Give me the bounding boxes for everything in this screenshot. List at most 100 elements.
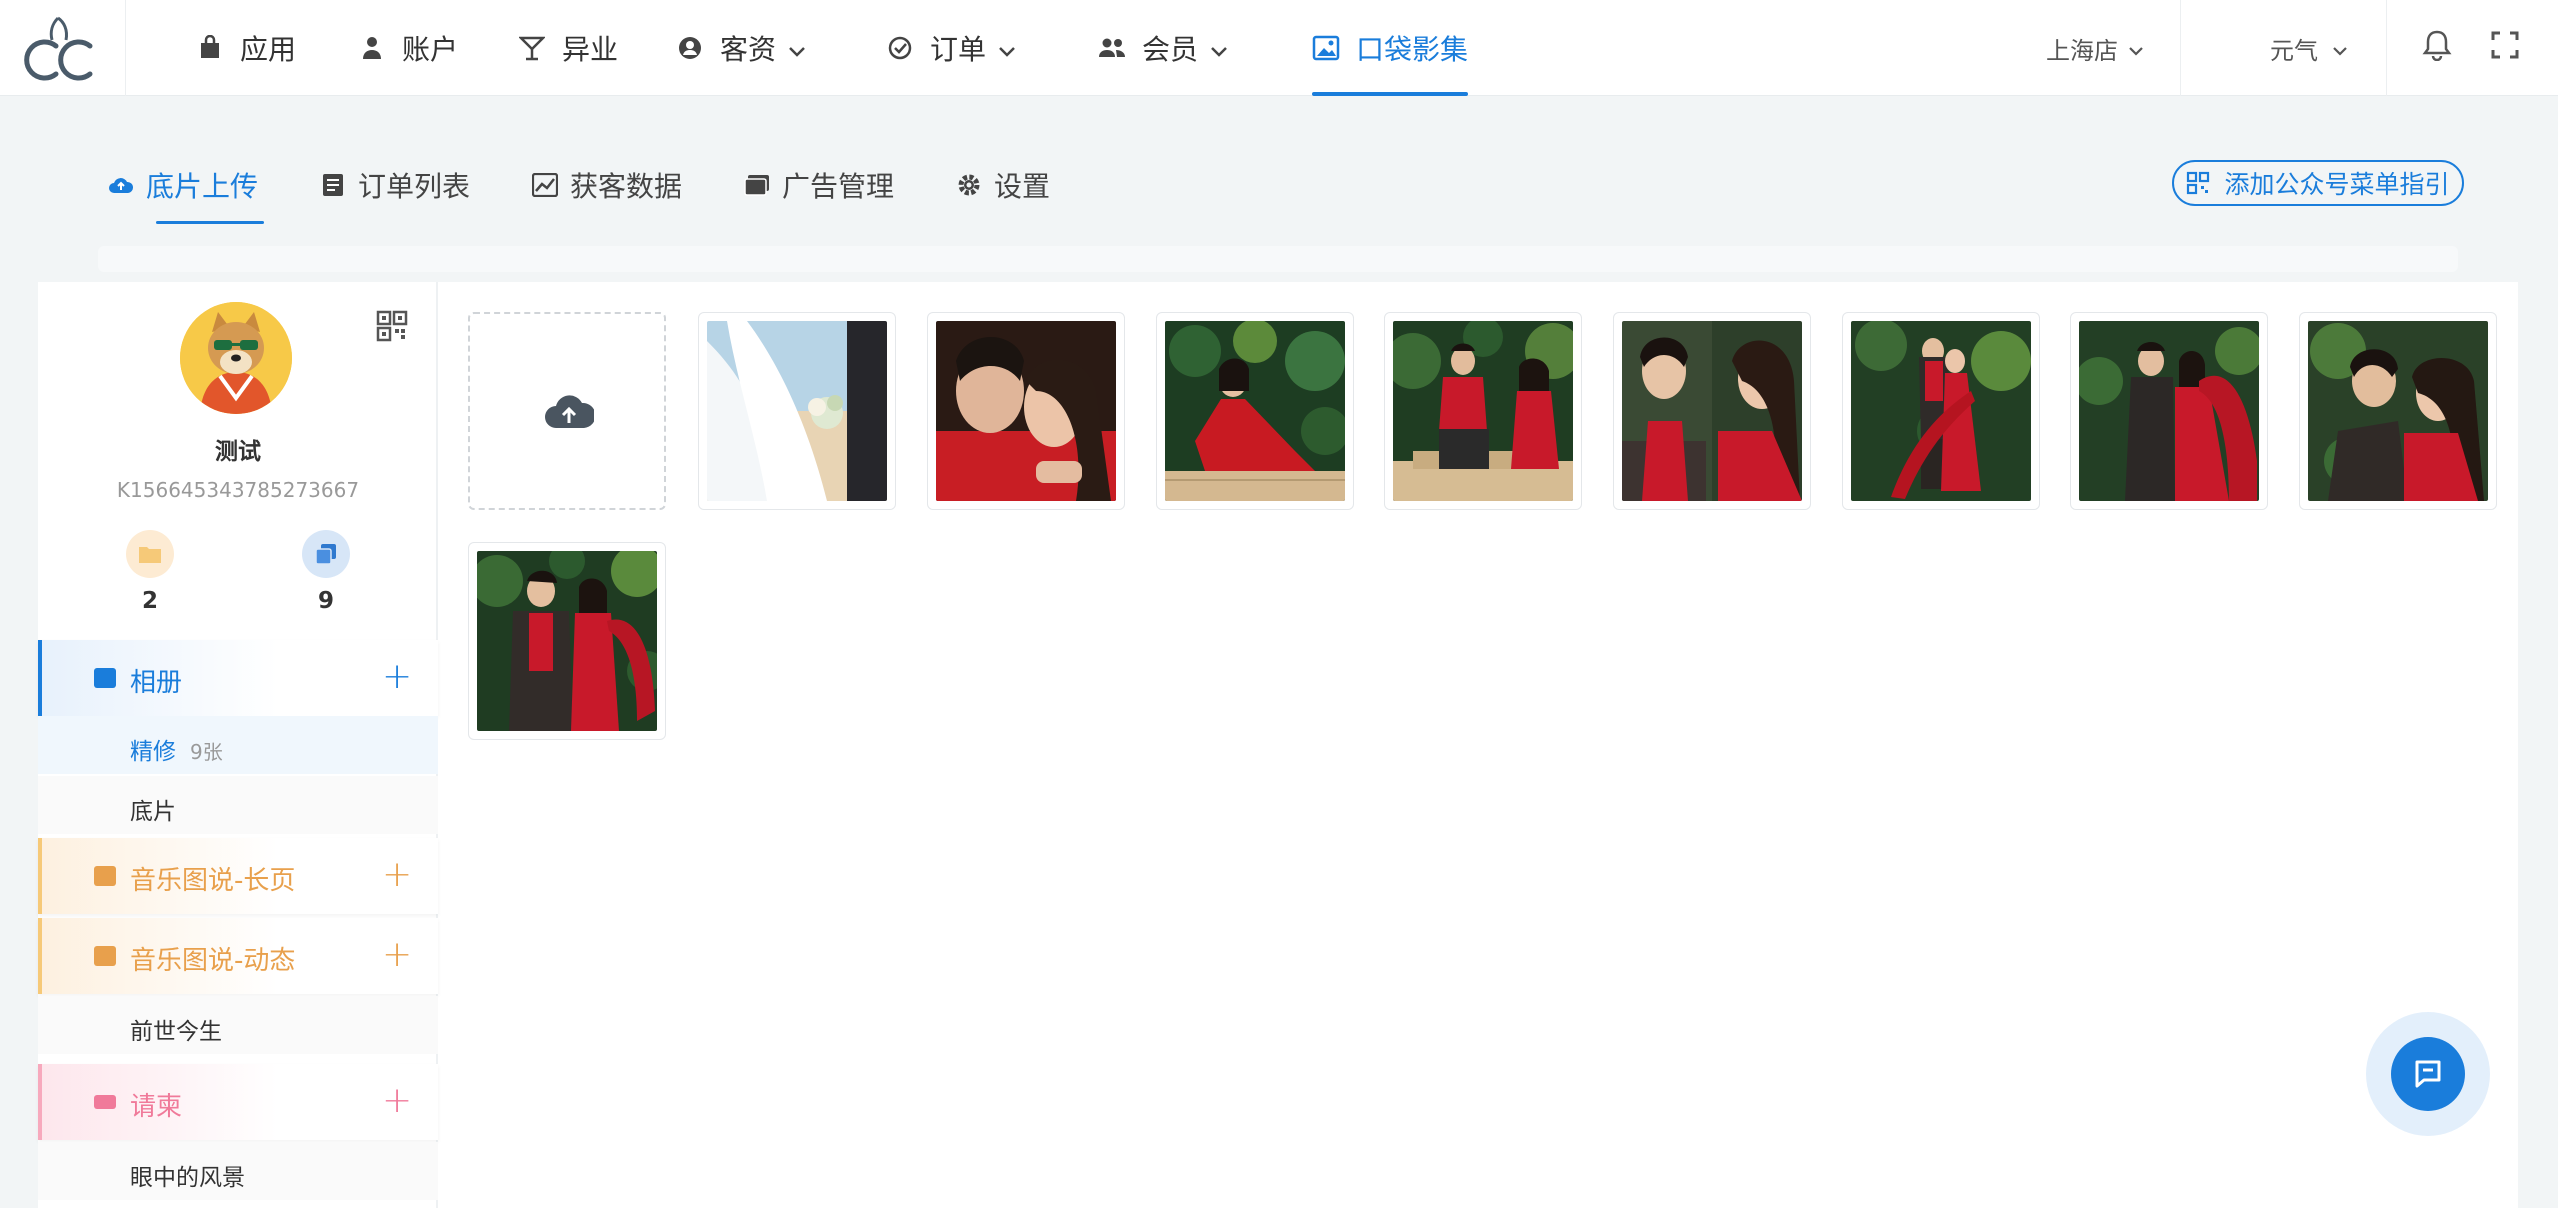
invitation-item-label: 眼中的风景 xyxy=(130,1165,245,1191)
photo-image xyxy=(2079,321,2259,501)
add-music-dynamic-button[interactable]: + xyxy=(382,934,412,975)
list-icon xyxy=(320,172,346,198)
check-circle-icon xyxy=(886,34,914,62)
chevron-down-icon xyxy=(2128,34,2144,62)
cc-logo[interactable] xyxy=(0,0,126,96)
qrcode-icon[interactable] xyxy=(376,310,408,342)
photo-tile[interactable] xyxy=(1842,312,2040,510)
subtab-ad-management[interactable]: 广告管理 xyxy=(744,160,894,210)
nav-label: 异业 xyxy=(562,33,619,66)
guide-label: 添加公众号菜单指引 xyxy=(2224,170,2450,199)
stat-value: 2 xyxy=(141,588,158,614)
user-menu[interactable]: 元气 xyxy=(2270,0,2348,96)
copy-icon xyxy=(302,530,350,578)
photo-image xyxy=(1622,321,1802,501)
qrcode-icon xyxy=(2186,171,2210,195)
photo-image xyxy=(1165,321,1345,501)
store-name: 上海店 xyxy=(2046,36,2118,65)
photo-image xyxy=(1393,321,1573,501)
photo-image xyxy=(707,321,887,501)
nav-label: 口袋影集 xyxy=(1356,33,1469,66)
nav-label: 应用 xyxy=(240,33,297,66)
subtab-label: 广告管理 xyxy=(782,170,895,203)
profile-name: 测试 xyxy=(215,439,261,465)
nav-item-pocket-album[interactable]: 口袋影集 xyxy=(1312,0,1468,96)
photo-image xyxy=(936,321,1116,501)
chevron-down-icon xyxy=(788,32,806,65)
photo-tile[interactable] xyxy=(1613,312,1811,510)
photo-tile[interactable] xyxy=(698,312,896,510)
nav-label: 账户 xyxy=(402,33,459,66)
subtab-upload[interactable]: 底片上传 xyxy=(108,160,264,224)
add-menu-guide-button[interactable]: 添加公众号菜单指引 xyxy=(2172,160,2464,206)
nav-item-apps[interactable]: 应用 xyxy=(196,0,296,96)
top-navigation-bar: 应用 账户 异业 客资 订单 会员 口袋影集 上海店 元气 xyxy=(0,0,2558,96)
album-item-label: 底片 xyxy=(130,799,176,825)
stat-photos: 9 xyxy=(300,530,352,614)
photo-tile[interactable] xyxy=(468,542,666,740)
subtab-settings[interactable]: 设置 xyxy=(956,160,1050,210)
profile-id: K156645343785273667 xyxy=(116,478,360,502)
group-label: 相册 xyxy=(130,668,183,698)
photo-image xyxy=(1851,321,2031,501)
shopping-bag-icon xyxy=(196,34,224,62)
group-invitation[interactable]: 请柬 + xyxy=(38,1064,438,1140)
subtab-label: 获客数据 xyxy=(570,170,683,203)
active-underline xyxy=(1312,92,1468,96)
nav-item-orders[interactable]: 订单 xyxy=(886,0,1016,96)
group-label: 音乐图说-长页 xyxy=(130,866,296,896)
music-item-label: 前世今生 xyxy=(130,1019,222,1045)
nav-item-account[interactable]: 账户 xyxy=(358,0,458,96)
active-underline xyxy=(156,221,264,224)
invitation-item[interactable]: 眼中的风景 xyxy=(38,1142,438,1200)
group-album[interactable]: 相册 + xyxy=(38,640,438,716)
cloud-upload-icon xyxy=(108,172,134,198)
photo-tile[interactable] xyxy=(2070,312,2268,510)
subtab-label: 底片上传 xyxy=(146,170,259,203)
upload-tile[interactable] xyxy=(468,312,666,510)
image-album-icon xyxy=(1312,34,1340,62)
music-item[interactable]: 前世今生 xyxy=(38,996,438,1054)
cocktail-icon xyxy=(518,34,546,62)
nav-item-members[interactable]: 会员 xyxy=(1098,0,1228,96)
photo-image xyxy=(2308,321,2488,501)
cloud-upload-icon xyxy=(545,395,594,428)
chevron-down-icon xyxy=(1210,32,1228,65)
fullscreen-button[interactable] xyxy=(2490,0,2520,96)
chat-icon xyxy=(2391,1037,2465,1111)
nav-item-clients[interactable]: 客资 xyxy=(676,0,806,96)
subtab-acquisition-data[interactable]: 获客数据 xyxy=(532,160,682,210)
add-album-button[interactable]: + xyxy=(382,656,412,697)
album-item-refined[interactable]: 精修 9张 xyxy=(38,716,438,774)
group-music-long[interactable]: 音乐图说-长页 + xyxy=(38,838,438,914)
nav-label: 订单 xyxy=(930,33,987,66)
group-music-dynamic[interactable]: 音乐图说-动态 + xyxy=(38,918,438,994)
nav-item-crossover[interactable]: 异业 xyxy=(518,0,618,96)
photo-tile[interactable] xyxy=(1156,312,1354,510)
ad-icon xyxy=(744,172,770,198)
avatar xyxy=(180,302,292,414)
photo-tile[interactable] xyxy=(1384,312,1582,510)
folder-icon xyxy=(94,668,116,688)
add-invitation-button[interactable]: + xyxy=(382,1080,412,1121)
contacts-icon xyxy=(676,34,704,62)
subtab-order-list[interactable]: 订单列表 xyxy=(320,160,470,210)
chart-icon xyxy=(532,172,558,198)
stat-albums: 2 xyxy=(124,530,176,614)
envelope-icon xyxy=(94,1095,116,1109)
photo-tile[interactable] xyxy=(927,312,1125,510)
chat-button[interactable] xyxy=(2366,1012,2490,1136)
chevron-down-icon xyxy=(998,32,1016,65)
user-icon xyxy=(358,34,386,62)
book-icon xyxy=(94,946,116,966)
album-item-negatives[interactable]: 底片 xyxy=(38,776,438,834)
photo-tile[interactable] xyxy=(2299,312,2497,510)
add-music-long-button[interactable]: + xyxy=(382,854,412,895)
notification-bell[interactable] xyxy=(2422,0,2452,96)
gear-icon xyxy=(956,172,982,198)
album-sidebar: 测试 K156645343785273667 2 9 相册 + 精修 9张 底片 xyxy=(38,282,438,1208)
stat-value: 9 xyxy=(317,588,334,614)
user-name: 元气 xyxy=(2270,36,2318,65)
chevron-down-icon xyxy=(2332,34,2348,62)
store-selector[interactable]: 上海店 xyxy=(2046,0,2144,96)
